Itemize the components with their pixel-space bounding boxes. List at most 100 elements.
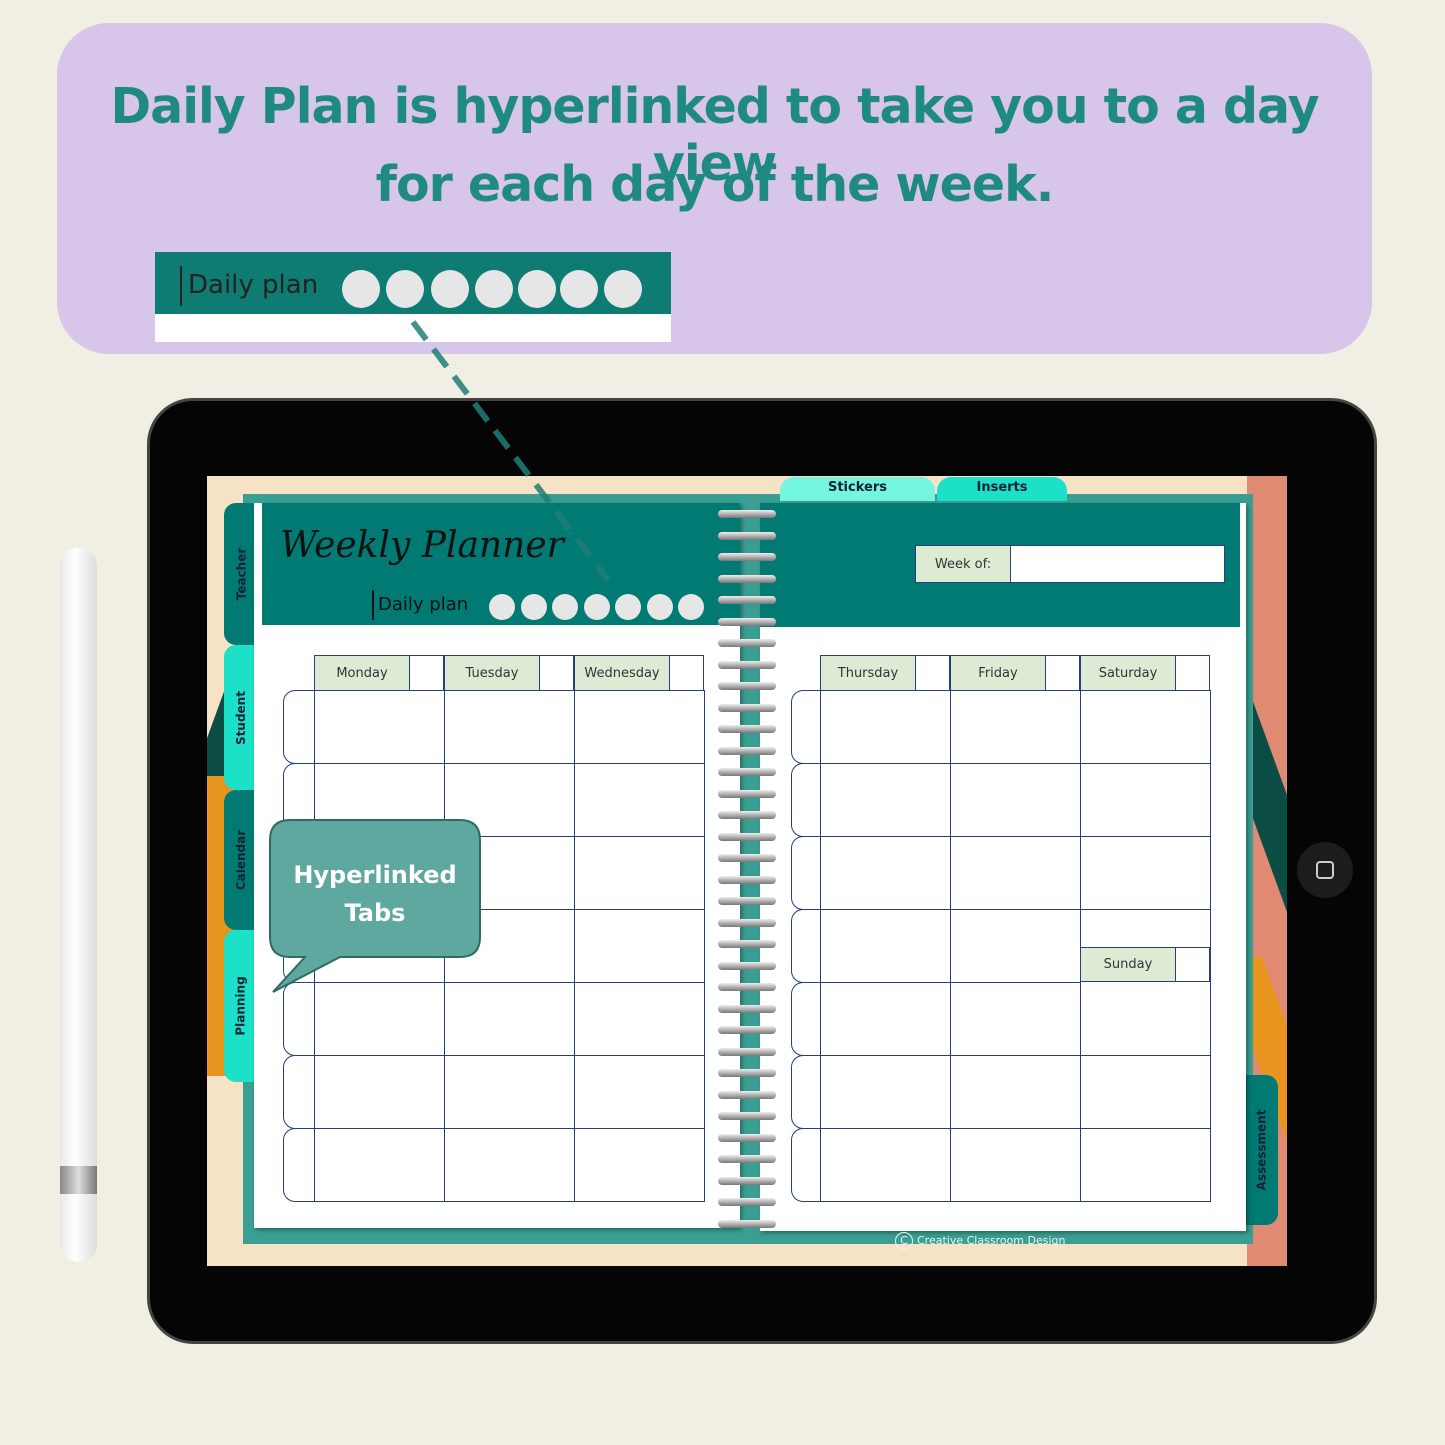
spiral-ring — [718, 875, 776, 884]
row-label-tab[interactable] — [791, 763, 824, 837]
planner-cell[interactable] — [1080, 690, 1211, 764]
spiral-ring — [718, 617, 776, 626]
planner-cell[interactable] — [950, 909, 1081, 983]
day-checkbox[interactable] — [1175, 655, 1210, 691]
tab-stickers[interactable]: Stickers — [780, 477, 935, 501]
planner-cell[interactable] — [820, 836, 951, 910]
daily-plan-day-link[interactable] — [583, 594, 610, 620]
planner-cell[interactable] — [1080, 1128, 1211, 1202]
inset-day-dot[interactable] — [560, 270, 598, 308]
inset-day-dot[interactable] — [431, 270, 469, 308]
spiral-ring — [718, 1112, 776, 1120]
planner-cell[interactable] — [1080, 1055, 1211, 1129]
spiral-ring — [718, 918, 776, 927]
row-label-tab[interactable] — [791, 982, 824, 1056]
planner-cell[interactable] — [314, 1055, 445, 1129]
row-label-tab[interactable] — [791, 836, 824, 910]
day-checkbox[interactable] — [409, 655, 444, 691]
spiral-ring — [718, 1219, 776, 1228]
row-label-tab[interactable] — [283, 690, 316, 764]
planner-cell[interactable] — [950, 836, 1081, 910]
daily-plan-day-link[interactable] — [615, 594, 641, 620]
planner-cell[interactable] — [314, 1128, 445, 1202]
planner-cell[interactable] — [444, 1055, 575, 1129]
tab-planning[interactable]: Planning — [224, 930, 258, 1082]
spiral-ring — [718, 596, 776, 604]
daily-plan-label: Daily plan — [378, 594, 469, 615]
home-button[interactable] — [1297, 842, 1353, 898]
spiral-ring — [718, 789, 776, 798]
planner-cell[interactable] — [1080, 982, 1211, 1056]
spiral-ring — [718, 832, 776, 841]
planner-cell[interactable] — [574, 836, 705, 910]
day-header-thursday[interactable]: Thursday — [820, 655, 916, 691]
planner-cell[interactable] — [574, 1055, 705, 1129]
spiral-ring — [718, 1047, 776, 1056]
day-header-sunday[interactable]: Sunday — [1080, 947, 1176, 982]
spiral-ring — [718, 574, 776, 583]
inset-day-dot[interactable] — [475, 270, 513, 308]
row-label-tab[interactable] — [283, 1055, 316, 1129]
row-label-tab[interactable] — [791, 909, 824, 983]
day-header-wednesday[interactable]: Wednesday — [574, 655, 670, 691]
spiral-ring — [718, 768, 776, 776]
planner-cell[interactable] — [444, 1128, 575, 1202]
planner-cell[interactable] — [574, 909, 705, 983]
day-checkbox[interactable] — [1045, 655, 1080, 691]
planner-cell[interactable] — [574, 1128, 705, 1202]
day-header-tuesday[interactable]: Tuesday — [444, 655, 540, 691]
spiral-ring — [718, 854, 776, 862]
day-checkbox[interactable] — [915, 655, 950, 691]
spiral-ring — [718, 1004, 776, 1013]
inset-day-dot[interactable] — [342, 270, 380, 308]
planner-cell[interactable] — [1080, 763, 1211, 837]
row-label-tab[interactable] — [791, 690, 824, 764]
spiral-ring — [718, 510, 776, 518]
planner-cell[interactable] — [574, 690, 705, 764]
planner-cell[interactable] — [574, 982, 705, 1056]
row-label-tab[interactable] — [791, 1055, 824, 1129]
planner-cell[interactable] — [820, 909, 951, 983]
tab-teacher[interactable]: Teacher — [224, 503, 258, 645]
week-of-label: Week of: — [915, 545, 1011, 583]
tab-assessment[interactable]: Assessment — [1244, 1075, 1278, 1225]
planner-cell[interactable] — [950, 1128, 1081, 1202]
inset-day-dot[interactable] — [518, 270, 556, 308]
week-of-field[interactable] — [1010, 545, 1225, 583]
inset-day-dot[interactable] — [386, 270, 424, 308]
day-checkbox[interactable] — [669, 655, 704, 691]
planner-cell[interactable] — [820, 982, 951, 1056]
row-label-tab[interactable] — [283, 1128, 316, 1202]
planner-cell[interactable] — [950, 1055, 1081, 1129]
planner-cell[interactable] — [444, 690, 575, 764]
daily-plan-day-link[interactable] — [520, 594, 547, 620]
day-header-friday[interactable]: Friday — [950, 655, 1046, 691]
planner-cell[interactable] — [820, 690, 951, 764]
planner-cell[interactable] — [820, 1128, 951, 1202]
inset-day-dot[interactable] — [604, 270, 642, 308]
planner-cell[interactable] — [314, 690, 445, 764]
daily-plan-day-link[interactable] — [678, 594, 704, 620]
copyright: C Creative Classroom Design — [895, 1232, 1065, 1250]
tab-inserts[interactable]: Inserts — [937, 477, 1067, 501]
daily-plan-day-link[interactable] — [489, 594, 515, 620]
planner-cell[interactable] — [574, 763, 705, 837]
planner-cell[interactable] — [820, 763, 951, 837]
daily-plan-day-link[interactable] — [552, 594, 578, 620]
planner-cell[interactable] — [950, 982, 1081, 1056]
day-header-saturday[interactable]: Saturday — [1080, 655, 1176, 691]
planner-cell[interactable] — [820, 1055, 951, 1129]
tab-label: Calendar — [234, 829, 248, 891]
day-checkbox[interactable] — [539, 655, 574, 691]
row-label-tab[interactable] — [791, 1128, 824, 1202]
planner-cell[interactable] — [950, 763, 1081, 837]
day-header-monday[interactable]: Monday — [314, 655, 410, 691]
planner-cell[interactable] — [1080, 836, 1211, 910]
daily-plan-day-link[interactable] — [646, 594, 673, 620]
tab-calendar[interactable]: Calendar — [224, 790, 258, 930]
spiral-ring — [718, 1176, 776, 1185]
planner-cell[interactable] — [950, 690, 1081, 764]
spiral-ring — [718, 961, 776, 970]
day-checkbox[interactable] — [1175, 947, 1210, 982]
tab-student[interactable]: Student — [224, 645, 258, 790]
